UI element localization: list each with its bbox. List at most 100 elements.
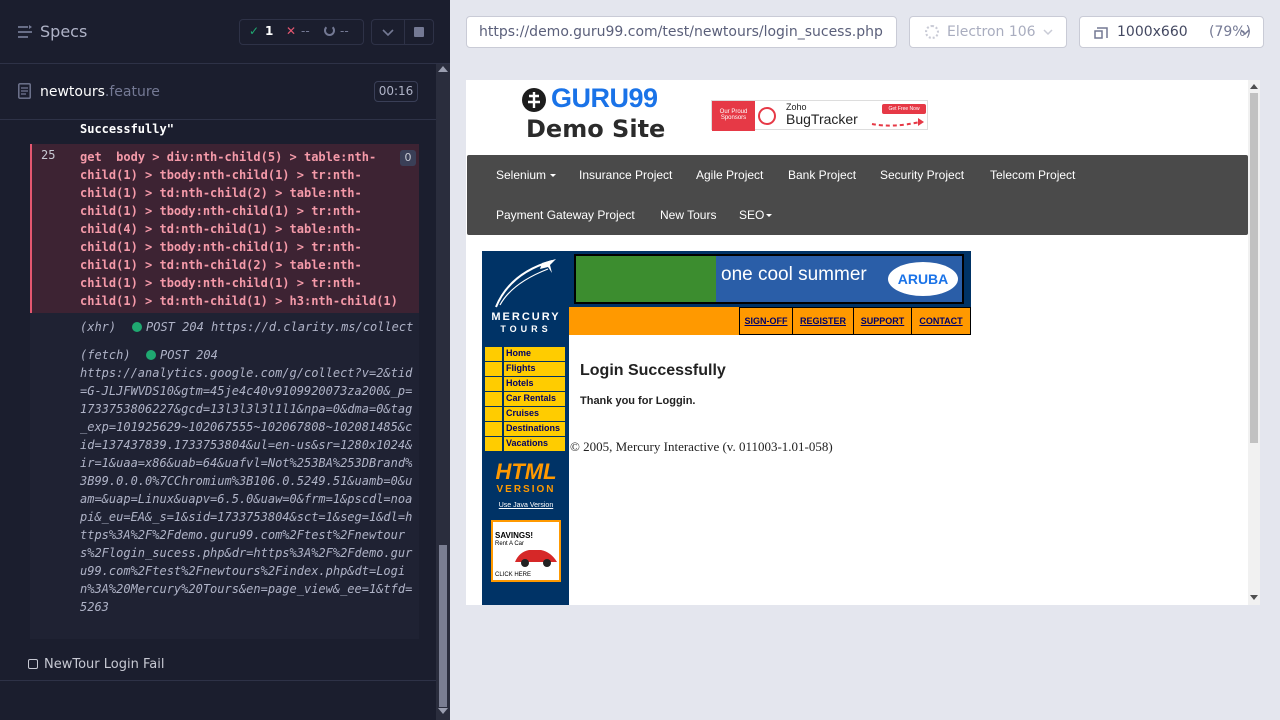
viewport-size: 1000x660 <box>1117 24 1188 40</box>
car-rental-ad[interactable]: SAVINGS! Rent A Car CLICK HERE <box>491 520 561 582</box>
status-dot-icon <box>146 350 156 360</box>
guru99-logo-icon <box>522 88 546 112</box>
nav-security-project[interactable]: Security Project <box>880 168 964 182</box>
caret-down-icon <box>766 214 772 217</box>
login-success-message: Thank you for Loggin. <box>580 395 696 407</box>
mercury-brand-bottom: TOURS <box>500 324 552 334</box>
collapse-button[interactable] <box>371 19 405 45</box>
viewport-icon <box>1094 27 1108 39</box>
scroll-down-icon[interactable] <box>1250 595 1258 600</box>
previous-step-text: Successfully" <box>80 122 174 136</box>
signoff-link[interactable]: SIGN-OFF <box>739 307 793 335</box>
side-link-vacations[interactable]: Vacations <box>485 437 565 452</box>
side-link-car-rentals[interactable]: Car Rentals <box>485 392 565 407</box>
support-link[interactable]: SUPPORT <box>853 307 912 335</box>
nav-selenium[interactable]: Selenium <box>496 168 546 182</box>
spec-file-ext: .feature <box>104 84 160 100</box>
nav-telecom-project[interactable]: Telecom Project <box>990 168 1075 182</box>
stop-button[interactable] <box>404 19 434 45</box>
side-link-flights[interactable]: Flights <box>485 362 565 377</box>
side-link-hotels[interactable]: Hotels <box>485 377 565 392</box>
chevron-down-icon <box>382 29 394 37</box>
arrow-icon <box>871 118 924 127</box>
url-field[interactable]: https://demo.guru99.com/test/newtours/lo… <box>466 16 897 48</box>
login-success-heading: Login Successfully <box>580 362 726 379</box>
pending-count: -- <box>340 24 349 38</box>
stop-icon <box>414 27 424 37</box>
ad-cta: CLICK HERE <box>495 572 532 578</box>
nav-seo[interactable]: SEO <box>739 208 764 222</box>
contact-link[interactable]: CONTACT <box>911 307 971 335</box>
chevron-down-icon <box>1043 29 1053 36</box>
nav-bank-project[interactable]: Bank Project <box>788 168 856 182</box>
register-link[interactable]: REGISTER <box>792 307 854 335</box>
html-version-text: HTML <box>495 459 557 484</box>
banner-badge: ARUBA <box>888 262 958 296</box>
xhr-url: https://d.clarity.ms/collect <box>211 320 414 334</box>
bug-icon <box>758 107 776 125</box>
xhr-request: POST 204 https://d.clarity.ms/collect <box>132 318 413 336</box>
scroll-up-icon[interactable] <box>438 66 448 72</box>
command-log-xhr[interactable]: (xhr) POST 204 https://d.clarity.ms/coll… <box>30 313 419 343</box>
command-log-fetch[interactable]: (fetch) POST 204 https://analytics.googl… <box>30 343 419 639</box>
side-link-home[interactable]: Home <box>485 347 565 362</box>
nav-insurance-project[interactable]: Insurance Project <box>579 168 672 182</box>
fetch-kind: (fetch) <box>80 348 131 362</box>
version-text: VERSION <box>496 484 556 495</box>
command-log-get[interactable]: 25 get body > div:nth-child(5) > table:n… <box>30 144 419 313</box>
scrollbar-thumb[interactable] <box>439 545 447 707</box>
guru99-navbar: Selenium Insurance Project Agile Project… <box>467 155 1248 235</box>
passed-icon: ✓ <box>249 24 260 38</box>
document-icon <box>18 83 31 99</box>
demo-site-title: Demo Site <box>526 115 666 143</box>
command-number: 25 <box>41 148 56 162</box>
specs-title[interactable]: Specs <box>40 22 87 41</box>
caret-down-icon <box>550 174 556 177</box>
test-title: NewTour Login Fail <box>44 657 165 672</box>
scroll-down-icon[interactable] <box>438 708 448 714</box>
passed-count: 1 <box>265 24 274 38</box>
test-item[interactable]: NewTour Login Fail <box>28 657 164 672</box>
java-version-link[interactable]: Use Java Version <box>486 502 566 509</box>
airplane-logo-icon <box>495 259 556 308</box>
browser-selector[interactable]: Electron 106 <box>909 16 1067 48</box>
xhr-kind: (xhr) <box>80 320 117 334</box>
browser-name: Electron 106 <box>947 24 1036 40</box>
mercury-side-nav: Home Flights Hotels Car Rentals Cruises … <box>485 347 565 452</box>
car-icon <box>515 550 557 567</box>
electron-icon <box>925 25 939 39</box>
test-stats: ✓ 1 ✕ -- -- <box>239 19 364 45</box>
banner-text: one cool summer <box>721 264 867 285</box>
command-selector: body > div:nth-child(5) > table:nth- chi… <box>80 150 398 308</box>
beach-image <box>576 256 716 302</box>
guru99-name: GURU99 <box>551 83 658 113</box>
nav-agile-project[interactable]: Agile Project <box>696 168 763 182</box>
failed-count: -- <box>301 24 310 38</box>
checkbox-icon <box>28 659 38 669</box>
sponsor-brand: BugTracker <box>786 111 858 127</box>
command-count-badge: 0 <box>400 150 416 166</box>
chevron-down-icon <box>1240 29 1250 36</box>
spec-file-header[interactable]: newtours.feature 00:16 <box>0 64 436 120</box>
sponsor-tag: Our Proud Sponsors <box>712 101 755 131</box>
viewport-selector[interactable]: 1000x660 (79%) <box>1079 16 1264 48</box>
nav-new-tours[interactable]: New Tours <box>660 208 716 222</box>
side-link-destinations[interactable]: Destinations <box>485 422 565 437</box>
ad-title: SAVINGS! <box>495 531 534 540</box>
menu-icon[interactable] <box>17 24 33 40</box>
spec-file-base: newtours <box>40 84 105 100</box>
summer-banner-image: one cool summer ARUBA <box>574 254 964 304</box>
scroll-up-icon[interactable] <box>1250 84 1258 89</box>
nav-payment-gateway-project[interactable]: Payment Gateway Project <box>496 208 635 222</box>
status-dot-icon <box>132 322 142 332</box>
mercury-brand-top: MERCURY <box>491 311 561 323</box>
failed-icon: ✕ <box>286 24 297 38</box>
command-name: get <box>80 150 102 164</box>
spec-file-name: newtours.feature <box>40 84 160 100</box>
xhr-method: POST 204 <box>146 320 204 334</box>
mercury-top-links: SIGN-OFF REGISTER SUPPORT CONTACT <box>739 307 971 335</box>
aut-scrollbar-thumb[interactable] <box>1250 93 1258 443</box>
spec-duration: 00:16 <box>374 81 418 102</box>
sponsor-banner[interactable]: Our Proud Sponsors Zoho BugTracker Get F… <box>711 100 928 131</box>
side-link-cruises[interactable]: Cruises <box>485 407 565 422</box>
